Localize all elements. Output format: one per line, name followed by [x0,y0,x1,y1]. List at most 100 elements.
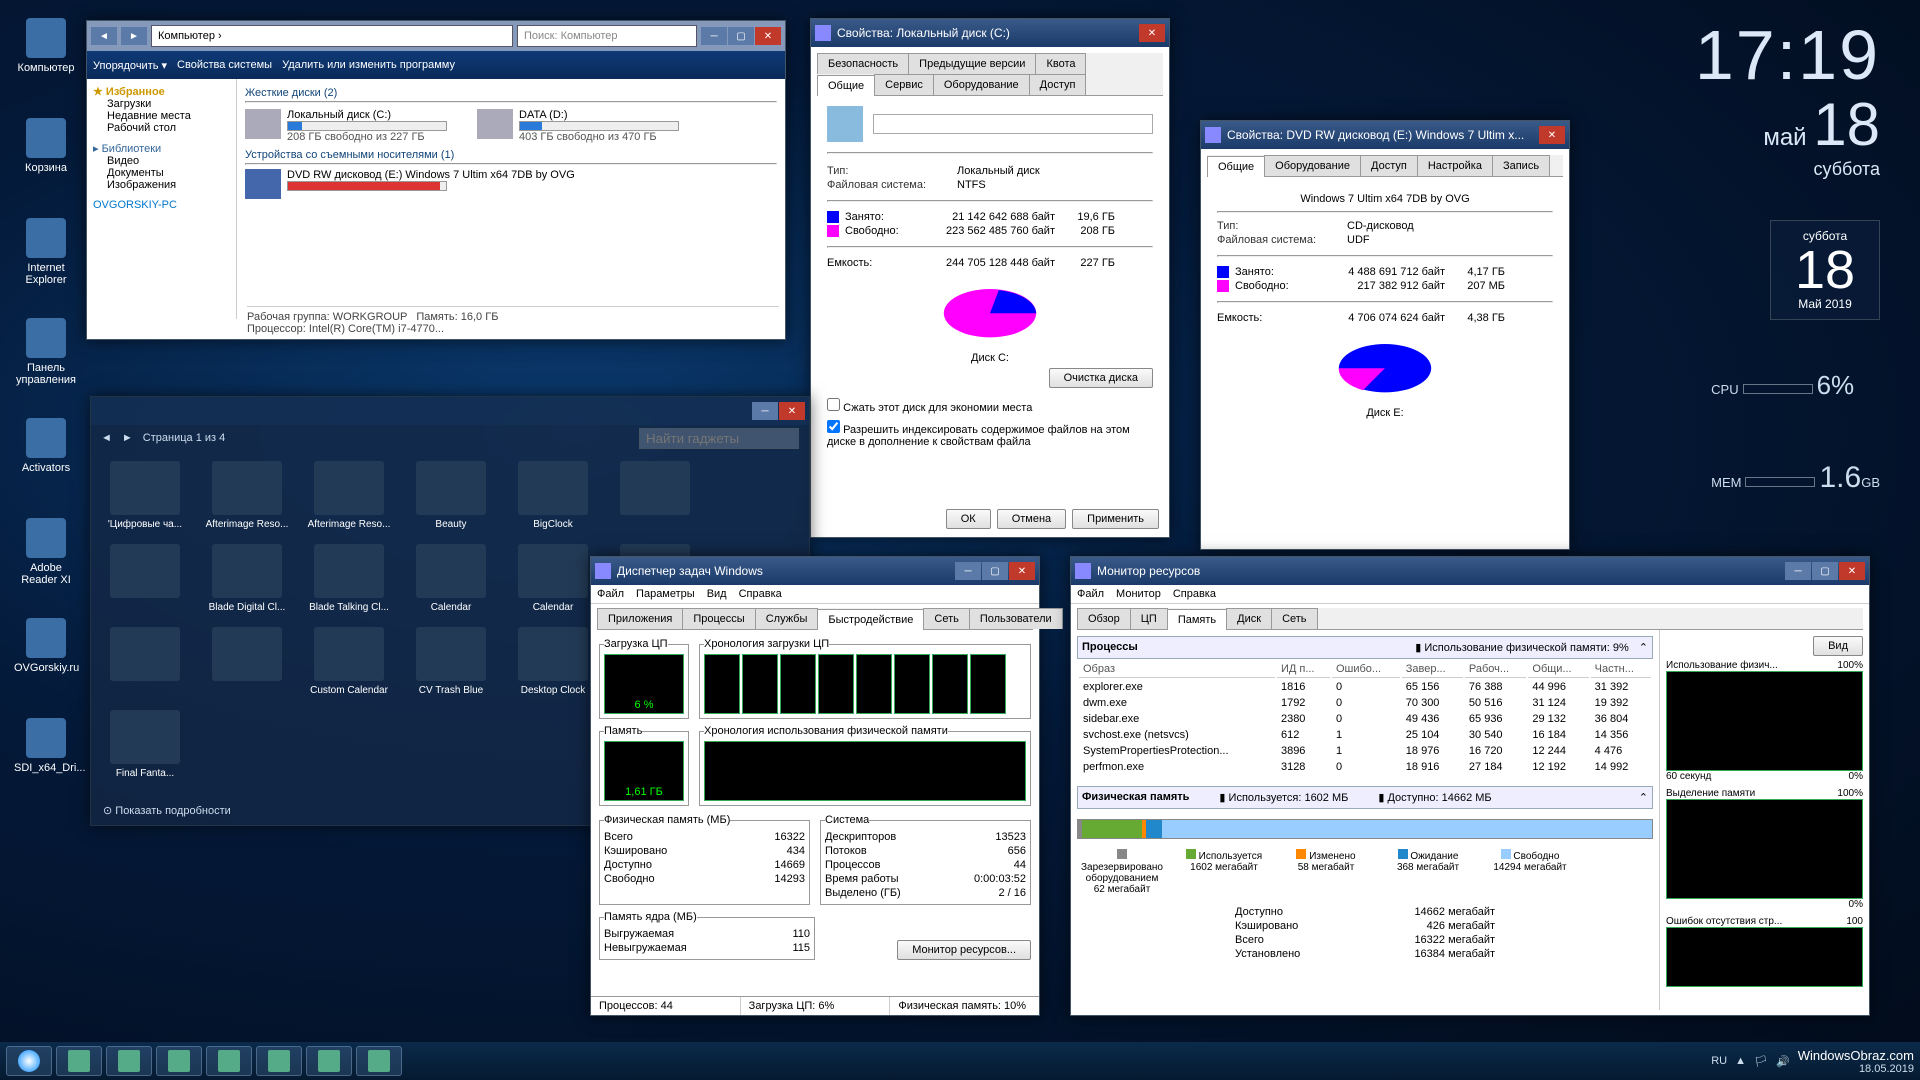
tray-icon[interactable]: 🔊 [1776,1055,1790,1068]
gadget-item[interactable]: Calendar [509,544,597,613]
resmon-window[interactable]: Монитор ресурсов─▢✕ ФайлМониторСправка О… [1070,556,1870,1016]
taskbar[interactable]: RU ▲ 🏳 🔊 WindowsObraz.com18.05.2019 [0,1042,1920,1080]
nav-item[interactable]: Видео [107,155,230,167]
show-details[interactable]: ⊙ Показать подробности [103,804,231,817]
collapse-icon[interactable]: ⌃ [1639,641,1648,654]
tray-icon[interactable]: 🏳 [1754,1055,1768,1068]
tab[interactable]: Обзор [1077,608,1131,629]
tab[interactable]: Запись [1492,155,1550,176]
apply-button[interactable]: Применить [1072,509,1159,529]
close-button[interactable]: ✕ [1539,126,1565,144]
props-e-window[interactable]: Свойства: DVD RW дисковод (E:) Windows 7… [1200,120,1570,550]
gadget-item[interactable] [101,627,189,696]
maximize-button[interactable]: ▢ [982,562,1008,580]
taskbar-app[interactable] [256,1046,302,1076]
menu-item[interactable]: Файл [1077,588,1104,600]
desktop-icon[interactable]: OVGorskiy.ru [14,618,78,674]
gadget-item[interactable]: Custom Calendar [305,627,393,696]
tab[interactable]: Пользователи [969,608,1063,629]
close-button[interactable]: ✕ [1839,562,1865,580]
gadget-item[interactable]: Calendar [407,544,495,613]
table-row[interactable]: explorer.exe1816065 15676 38844 99631 39… [1079,680,1651,694]
taskbar-app[interactable] [306,1046,352,1076]
compress-checkbox[interactable] [827,398,840,411]
view-button[interactable]: Вид [1813,636,1863,656]
close-button[interactable]: ✕ [755,27,781,45]
nav-item[interactable]: Рабочий стол [107,122,230,134]
gadget-item[interactable]: Afterimage Reso... [203,461,291,530]
tab[interactable]: Сервис [874,74,934,95]
nav-back[interactable]: ◄ [91,27,117,45]
tab[interactable]: Сеть [1271,608,1317,629]
tab[interactable]: Диск [1226,608,1272,629]
nav-item[interactable]: Изображения [107,179,230,191]
drive-dvd[interactable]: DVD RW дисковод (E:) Windows 7 Ultim x64… [245,169,777,199]
minimize-button[interactable]: ─ [1785,562,1811,580]
table-row[interactable]: sidebar.exe2380049 43665 93629 13236 804 [1079,712,1651,726]
drive-c[interactable]: Локальный диск (C:)208 ГБ свободно из 22… [245,109,447,143]
tab[interactable]: Доступ [1360,155,1418,176]
gadget-item[interactable]: CV Trash Blue [407,627,495,696]
ok-button[interactable]: ОК [946,509,991,529]
gadget-item[interactable]: Blade Talking Cl... [305,544,393,613]
taskbar-app[interactable] [156,1046,202,1076]
explorer-window[interactable]: ◄ ► Компьютер › Поиск: Компьютер ─▢✕ Упо… [86,20,786,340]
address-bar[interactable]: Компьютер › [151,25,513,47]
tab[interactable]: Общие [817,75,875,96]
table-row[interactable]: dwm.exe1792070 30050 51631 12419 392 [1079,696,1651,710]
menu-item[interactable]: Вид [707,588,727,600]
menu-item[interactable]: Справка [1173,588,1216,600]
tab[interactable]: Память [1167,609,1227,630]
cancel-button[interactable]: Отмена [997,509,1066,529]
props-c-window[interactable]: Свойства: Локальный диск (C:)✕ Безопасно… [810,18,1170,538]
gadget-item[interactable]: Blade Digital Cl... [203,544,291,613]
desktop-icon[interactable]: Панель управления [14,318,78,386]
menu-item[interactable]: Файл [597,588,624,600]
nav-item[interactable]: Загрузки [107,98,230,110]
tab[interactable]: Квота [1035,53,1086,74]
taskbar-app[interactable] [356,1046,402,1076]
volume-name-input[interactable] [873,114,1153,134]
desktop-icon[interactable]: Компьютер [14,18,78,74]
tab[interactable]: Предыдущие версии [908,53,1036,74]
nav-pane[interactable]: ★ Избранное ЗагрузкиНедавние местаРабочи… [87,79,237,319]
gadget-item[interactable]: 'Цифровые ча... [101,461,189,530]
toolbar-uninstall[interactable]: Удалить или изменить программу [282,59,455,71]
menu-item[interactable]: Справка [739,588,782,600]
minimize-button[interactable]: ─ [752,402,778,420]
gadget-search[interactable] [639,428,799,449]
tab[interactable]: Службы [755,608,819,629]
table-row[interactable]: svchost.exe (netsvcs)612125 10430 54016 … [1079,728,1651,742]
toolbar-organize[interactable]: Упорядочить ▾ [93,59,167,72]
table-row[interactable]: perfmon.exe3128018 91627 18412 19214 992 [1079,760,1651,774]
gadget-item[interactable] [101,544,189,613]
search-input[interactable]: Поиск: Компьютер [517,25,697,47]
gadget-item[interactable] [203,627,291,696]
menu-item[interactable]: Монитор [1116,588,1161,600]
gadget-item[interactable]: Final Fanta... [101,710,189,779]
taskbar-app[interactable] [56,1046,102,1076]
tab[interactable]: Приложения [597,608,683,629]
tab[interactable]: Безопасность [817,53,909,74]
tab[interactable]: Оборудование [933,74,1030,95]
tab[interactable]: Общие [1207,156,1265,177]
close-button[interactable]: ✕ [1009,562,1035,580]
gadget-item[interactable]: Beauty [407,461,495,530]
drive-d[interactable]: DATA (D:)403 ГБ свободно из 470 ГБ [477,109,679,143]
table-row[interactable]: SystemPropertiesProtection...3896118 976… [1079,744,1651,758]
menu-item[interactable]: Параметры [636,588,695,600]
desktop-icon[interactable]: SDI_x64_Dri... [14,718,78,774]
gadget-item[interactable]: BigClock [509,461,597,530]
minimize-button[interactable]: ─ [955,562,981,580]
minimize-button[interactable]: ─ [701,27,727,45]
nav-item[interactable]: Документы [107,167,230,179]
gadget-item[interactable] [611,461,699,530]
gadget-item[interactable]: Desktop Clock [509,627,597,696]
tab[interactable]: Доступ [1029,74,1087,95]
gadget-item[interactable]: Afterimage Reso... [305,461,393,530]
tab[interactable]: Сеть [923,608,969,629]
desktop-icon[interactable]: Корзина [14,118,78,174]
taskbar-app[interactable] [106,1046,152,1076]
desktop-icon[interactable]: Adobe Reader XI [14,518,78,586]
taskbar-app[interactable] [206,1046,252,1076]
